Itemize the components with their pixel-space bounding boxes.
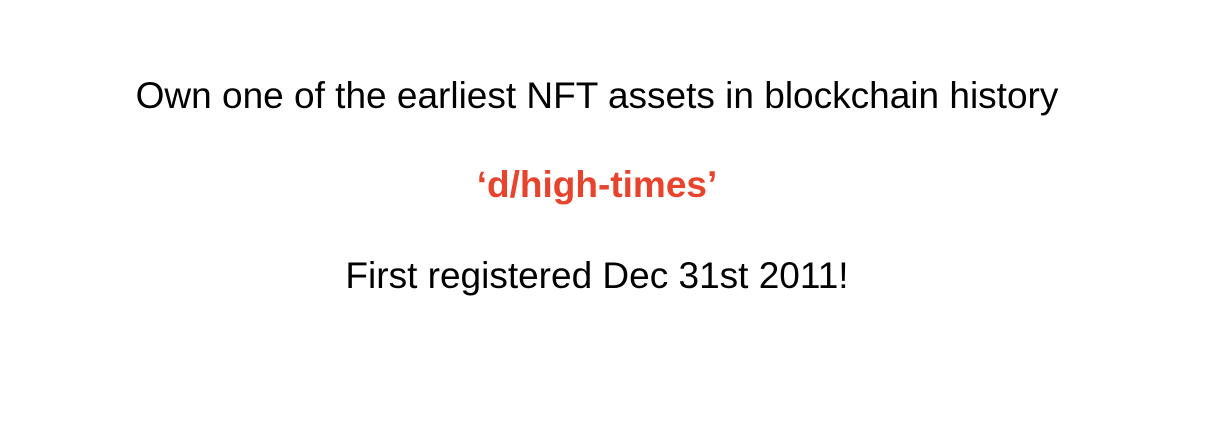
- asset-name-text: ‘d/high-times’: [476, 164, 718, 205]
- registration-date-text: First registered Dec 31st 2011!: [345, 255, 849, 296]
- headline-text: Own one of the earliest NFT assets in bl…: [135, 75, 1059, 116]
- document-page: Own one of the earliest NFT assets in bl…: [0, 0, 1206, 422]
